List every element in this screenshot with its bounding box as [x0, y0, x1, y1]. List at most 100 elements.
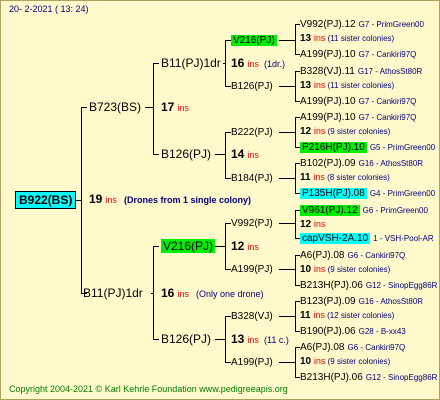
g4-ins-count: 11 [300, 310, 314, 321]
g4-queen-name: B213H(PJ).06 [300, 372, 363, 383]
g4-queen-name: B190(PJ).06 [300, 326, 356, 337]
g1-queen-b11-info: 16 ins (Only one drone) [161, 286, 264, 300]
g4-queen-row[interactable]: V961(PJ).12 G6 - PrimGreen00 [300, 204, 428, 217]
g4-queen-name: V961(PJ).12 [300, 205, 360, 216]
g4-drone-origin: G12 - SinopEgg86R [365, 281, 438, 290]
g4-queen-name: B213H(PJ).06 [300, 280, 363, 291]
g4-sister-note: (9 sister colonies) [325, 357, 391, 366]
g4-ins-label: ins [313, 264, 326, 274]
g4-queen-name: B102(PJ).09 [300, 158, 356, 169]
g4-ins-label: ins [313, 310, 325, 320]
g2-queen-b11[interactable]: B11(PJ)1dr [161, 57, 221, 70]
g4-drone-origin: G12 - SinopEgg86R [365, 373, 438, 382]
g3-queen-v216[interactable]: V216(PJ) [231, 34, 277, 47]
g4-drone-origin: G7 - PrimGreen00 [358, 20, 424, 29]
g4-queen-name: A6(PJ).08 [300, 250, 345, 261]
g4-drone-origin: G7 - Cankiri97Q [358, 113, 417, 122]
g4-ins-label: ins [313, 126, 326, 136]
g4-queen-row[interactable]: capVSH-2A.10 1 - VSH-Pool-AR [300, 232, 434, 245]
g3-queen-a199[interactable]: A199(PJ) [231, 263, 273, 276]
g4-sister-note: (8 sister colonies) [324, 173, 390, 182]
g4-queen-row[interactable]: A199(PJ).10 G7 - Cankiri97Q [300, 95, 416, 108]
g4-sister-info[interactable]: 13 ins (11 sister colonies) [300, 32, 394, 45]
g2-queen-v216[interactable]: V216(PJ) [161, 239, 216, 253]
g4-sister-info[interactable]: 11 ins (8 sister colonies) [300, 171, 390, 184]
g4-queen-name: P135H(PJ).08 [300, 188, 367, 199]
g4-sister-note: (11 sister colonies) [325, 81, 395, 90]
g1-queen-b723-info: 17 ins [161, 100, 189, 114]
g2-queen-b126-2-info: 13 ins (11 c.) [231, 332, 289, 346]
root-ins-label: ins [105, 195, 117, 205]
g4-ins-count: 13 [300, 80, 314, 91]
g4-ins-count: 12 [300, 219, 314, 230]
g4-ins-count: 10 [300, 356, 314, 367]
g3-queen-v992[interactable]: V992(PJ) [231, 217, 273, 230]
g4-drone-origin: G5 - PrimGreen00 [369, 143, 436, 152]
g4-drone-origin: G7 - Cankiri97Q [358, 97, 417, 106]
g3-queen-v992-info: 12 ins [231, 239, 259, 253]
g4-sister-note: (9 sister colonies) [325, 127, 391, 136]
g4-ins-count: 10 [300, 264, 314, 275]
g4-queen-row[interactable]: A199(PJ).10 G7 - Cankiri97Q [300, 48, 416, 61]
g4-queen-name: capVSH-2A.10 [300, 233, 371, 244]
g4-ins-count: 13 [300, 33, 314, 44]
g4-ins-label: ins [313, 33, 326, 43]
g4-sister-info[interactable]: 10 ins (9 sister colonies) [300, 263, 390, 276]
g4-queen-row[interactable]: A6(PJ).08 G6 - Cankiri97Q [300, 341, 405, 354]
root-insemination-count: 19 [89, 192, 103, 206]
g4-queen-name: B123(PJ).09 [300, 296, 356, 307]
g4-sister-info[interactable]: 12 ins [300, 218, 325, 231]
g4-drone-origin: G17 - AthosSt80R [357, 67, 423, 76]
g4-queen-name: V992(PJ).12 [300, 19, 356, 30]
g4-queen-name: P216H(PJ).10 [300, 142, 367, 153]
g4-ins-count: 11 [300, 172, 314, 183]
g4-queen-name: B328(VJ).11 [300, 66, 355, 77]
g4-ins-label: ins [313, 172, 325, 182]
g4-sister-note: (11 sister colonies) [325, 34, 395, 43]
g4-drone-origin: G7 - Cankiri97Q [358, 50, 417, 59]
g4-sister-info[interactable]: 13 ins (11 sister colonies) [300, 79, 394, 92]
g4-queen-row[interactable]: B190(PJ).06 G28 - B-xx43 [300, 325, 406, 338]
g4-queen-row[interactable]: B123(PJ).09 G16 - AthosSt80R [300, 295, 423, 308]
root-queen-box[interactable]: B922(BS) [15, 191, 77, 209]
g3-queen-b126[interactable]: B126(PJ) [231, 80, 273, 93]
g4-queen-row[interactable]: V992(PJ).12 G7 - PrimGreen00 [300, 18, 424, 31]
g4-sister-info[interactable]: 11 ins (12 sister colonies) [300, 309, 394, 322]
g3-queen-b222[interactable]: B222(PJ) [231, 126, 273, 139]
g4-drone-origin: G16 - AthosSt80R [358, 159, 424, 168]
g4-queen-row[interactable]: P216H(PJ).10 G5 - PrimGreen00 [300, 141, 435, 154]
g4-queen-name: A199(PJ).10 [300, 49, 356, 60]
g4-queen-name: A199(PJ).10 [300, 96, 356, 107]
g4-drone-origin: G4 - PrimGreen00 [369, 189, 436, 198]
g4-drone-origin: G6 - Cankiri97Q [347, 251, 406, 260]
g4-drone-origin: 1 - VSH-Pool-AR [373, 234, 434, 243]
g4-queen-row[interactable]: B213H(PJ).06 G12 - SinopEgg86R [300, 371, 437, 384]
g3-queen-v216-info: 16 ins (1dr.) [231, 56, 286, 70]
g4-queen-name: A6(PJ).08 [300, 342, 345, 353]
g4-drone-origin: G6 - Cankiri97Q [347, 343, 406, 352]
g2-queen-b126[interactable]: B126(PJ) [161, 148, 211, 161]
g4-queen-row[interactable]: B102(PJ).09 G16 - AthosSt80R [300, 157, 423, 170]
g4-queen-row[interactable]: A199(PJ).10 G7 - Cankiri97Q [300, 111, 416, 124]
g4-queen-name: A199(PJ).10 [300, 112, 356, 123]
g4-queen-row[interactable]: A6(PJ).08 G6 - Cankiri97Q [300, 249, 405, 262]
g3-queen-b184[interactable]: B184(PJ) [231, 172, 273, 185]
g2-queen-b126-info: 14 ins [231, 147, 259, 161]
g4-queen-row[interactable]: B213H(PJ).06 G12 - SinopEgg86R [300, 279, 437, 292]
g4-ins-count: 12 [300, 126, 314, 137]
g4-ins-label: ins [313, 356, 326, 366]
g4-drone-origin: G28 - B-xx43 [358, 327, 406, 336]
root-drone-note: (Drones from 1 single colony) [124, 195, 252, 205]
g3-queen-b328[interactable]: B328(VJ) [231, 310, 273, 323]
g1-queen-b11[interactable]: B11(PJ)1dr [83, 287, 143, 300]
g1-queen-b723[interactable]: B723(BS) [89, 101, 141, 114]
g2-queen-b126-2[interactable]: B126(PJ) [161, 333, 211, 346]
g4-sister-info[interactable]: 10 ins (9 sister colonies) [300, 355, 390, 368]
g4-queen-row[interactable]: B328(VJ).11 G17 - AthosSt80R [300, 65, 422, 78]
g4-drone-origin: G6 - PrimGreen00 [362, 206, 428, 215]
date-label: 20- 2-2021 ( 13: 24) [9, 4, 89, 14]
g3-queen-a199-2[interactable]: A199(PJ) [231, 356, 273, 369]
root-info: 19 ins (Drones from 1 single colony) [89, 193, 251, 207]
g4-queen-row[interactable]: P135H(PJ).08 G4 - PrimGreen00 [300, 187, 435, 200]
g4-sister-info[interactable]: 12 ins (9 sister colonies) [300, 125, 390, 138]
